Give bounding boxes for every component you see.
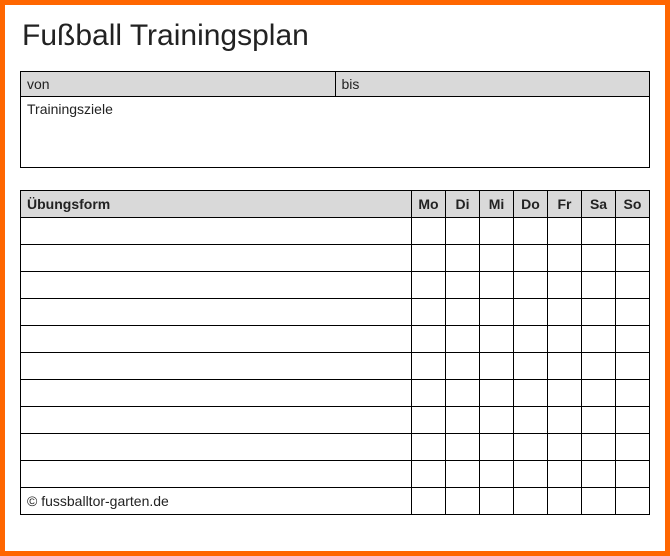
table-row	[21, 407, 650, 434]
table-row	[21, 380, 650, 407]
page-title: Fußball Trainingsplan	[22, 19, 650, 53]
day-header-sa: Sa	[582, 191, 616, 218]
day-header-so: So	[616, 191, 650, 218]
day-header-fr: Fr	[548, 191, 582, 218]
period-row: von bis	[21, 72, 649, 97]
table-row	[21, 353, 650, 380]
schedule-header-row: Übungsform Mo Di Mi Do Fr Sa So	[21, 191, 650, 218]
to-label: bis	[336, 72, 650, 97]
copyright-text: © fussballtor-garten.de	[21, 488, 412, 515]
table-row	[21, 245, 650, 272]
schedule-table: Übungsform Mo Di Mi Do Fr Sa So © fussba…	[20, 190, 650, 515]
table-row	[21, 326, 650, 353]
table-row	[21, 218, 650, 245]
day-header-do: Do	[514, 191, 548, 218]
table-row	[21, 299, 650, 326]
exercise-header: Übungsform	[21, 191, 412, 218]
period-goals-block: von bis Trainingsziele	[20, 71, 650, 168]
table-row	[21, 461, 650, 488]
table-row	[21, 434, 650, 461]
day-header-mi: Mi	[480, 191, 514, 218]
day-header-di: Di	[446, 191, 480, 218]
table-row	[21, 272, 650, 299]
training-goals-label: Trainingsziele	[21, 97, 649, 167]
day-header-mo: Mo	[412, 191, 446, 218]
copyright-row: © fussballtor-garten.de	[21, 488, 650, 515]
from-label: von	[21, 72, 336, 97]
